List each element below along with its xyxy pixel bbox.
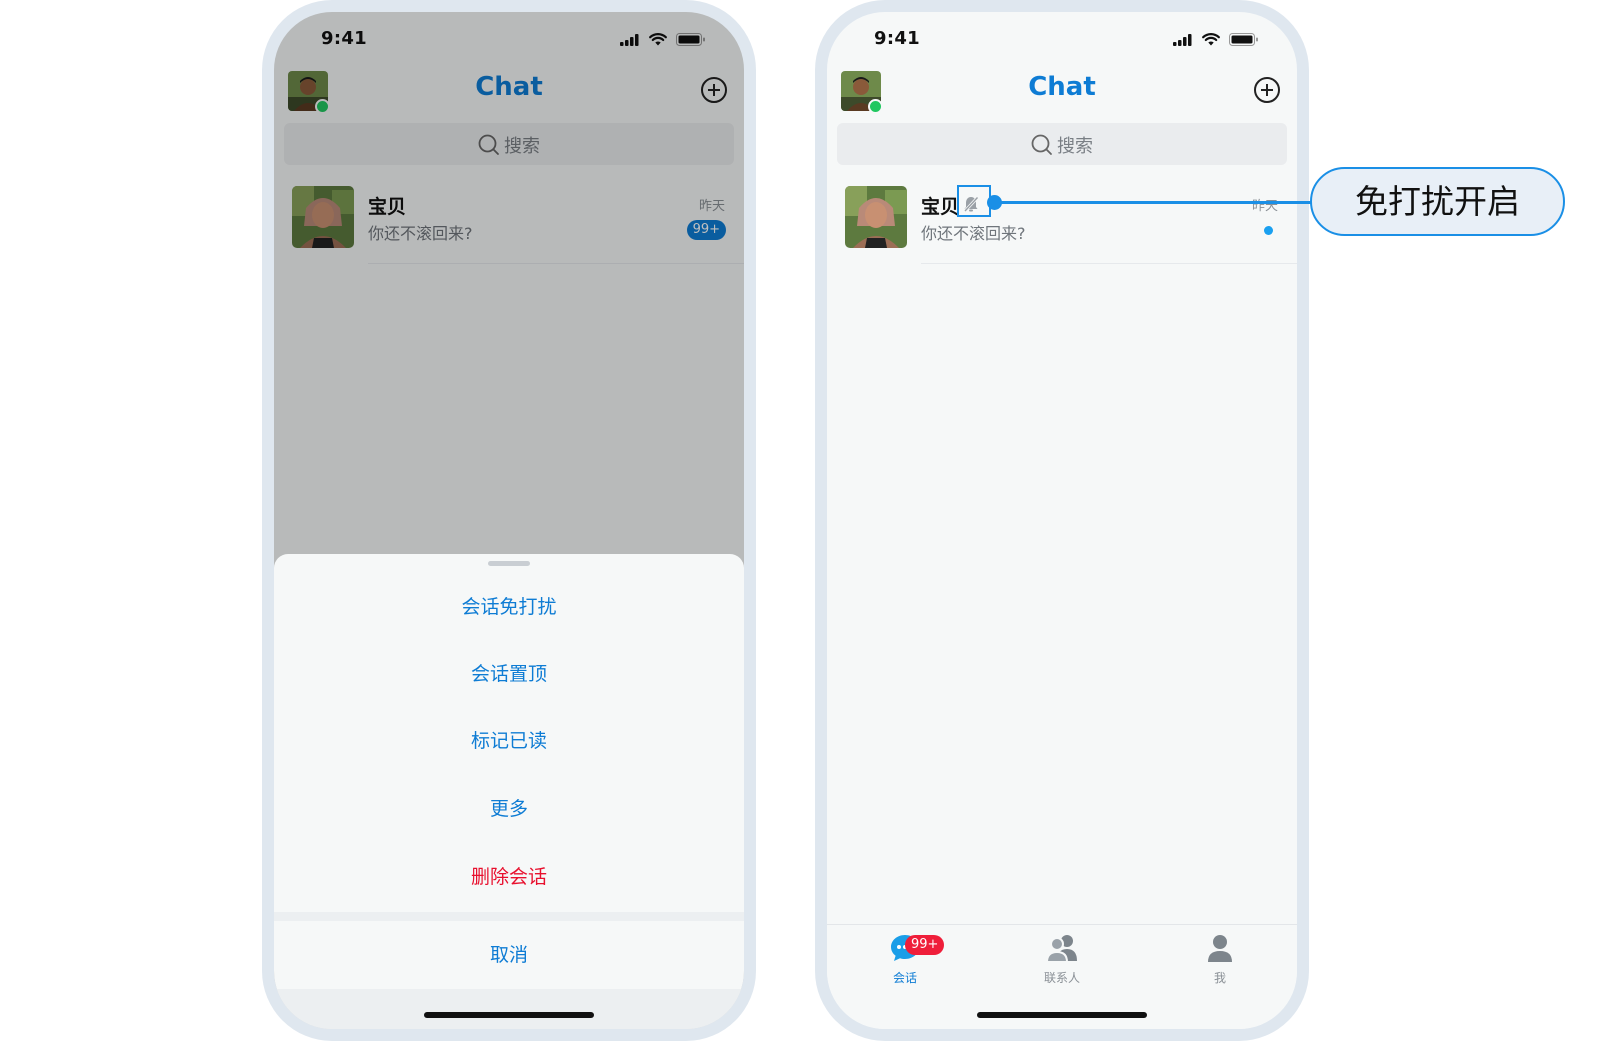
search-inner: 搜索 (837, 132, 1287, 158)
row-divider (921, 263, 1297, 264)
conversation-row[interactable]: 宝贝 你还不滚回来? 昨天 (827, 177, 1297, 264)
status-icons (1172, 31, 1259, 50)
phone-frame-left: 9:41 Chat 搜索 宝贝 你还不滚回来? 昨天 99+ 会话免打扰 会话置… (262, 0, 756, 1041)
conversation-preview: 你还不滚回来? (921, 224, 1026, 243)
home-indicator[interactable] (977, 1012, 1147, 1018)
status-time: 9:41 (874, 28, 920, 49)
page-title: Chat (1028, 72, 1096, 102)
callout-dot (987, 195, 1002, 210)
home-indicator[interactable] (424, 1012, 594, 1018)
search-icon (1031, 134, 1052, 155)
person-icon (1208, 935, 1232, 962)
wifi-icon (1202, 33, 1220, 46)
signal-icon (1172, 34, 1192, 46)
callout-line (995, 201, 1311, 204)
action-pin[interactable]: 会话置顶 (294, 641, 724, 708)
battery-icon (1229, 33, 1258, 46)
mute-highlight-box (957, 185, 991, 217)
add-icon[interactable] (1253, 76, 1281, 104)
phone-frame-right: 9:41 Chat 搜索 宝贝 你还不滚回来? 昨天 99+ 会话 联系人 我 (815, 0, 1309, 1041)
sheet-handle[interactable] (488, 561, 530, 566)
action-mark-read[interactable]: 标记已读 (294, 708, 724, 775)
search-bar[interactable]: 搜索 (837, 123, 1287, 165)
tab-label: 会话 (892, 971, 917, 985)
conversation-time: 昨天 (1251, 199, 1278, 214)
tab-me[interactable]: 我 (1180, 933, 1260, 986)
action-mute[interactable]: 会话免打扰 (294, 574, 724, 641)
action-sheet: 会话免打扰 会话置顶 标记已读 更多 删除会话 取消 (274, 554, 744, 1029)
action-more[interactable]: 更多 (294, 776, 724, 843)
tab-label: 我 (1213, 971, 1226, 985)
sheet-gap (274, 912, 744, 921)
unread-dot (1264, 226, 1273, 235)
cancel-button[interactable]: 取消 (274, 921, 744, 989)
screen-left: 9:41 Chat 搜索 宝贝 你还不滚回来? 昨天 99+ 会话免打扰 会话置… (274, 12, 744, 1029)
sheet-bottom (274, 989, 744, 1029)
tab-contacts[interactable]: 联系人 (1022, 933, 1102, 986)
search-placeholder: 搜索 (1057, 136, 1093, 157)
action-delete[interactable]: 删除会话 (294, 844, 724, 911)
tab-label: 联系人 (1043, 971, 1080, 985)
tab-badge: 99+ (905, 935, 945, 955)
contacts-icon (1045, 935, 1077, 963)
contact-avatar (845, 186, 907, 248)
callout-label: 免打扰开启 (1310, 167, 1565, 236)
screen-right: 9:41 Chat 搜索 宝贝 你还不滚回来? 昨天 99+ 会话 联系人 我 (827, 12, 1297, 1029)
header: Chat (827, 68, 1297, 120)
status-bar: 9:41 (827, 12, 1297, 68)
conversation-name: 宝贝 (921, 196, 960, 218)
tab-chats[interactable]: 99+ 会话 (865, 933, 945, 986)
